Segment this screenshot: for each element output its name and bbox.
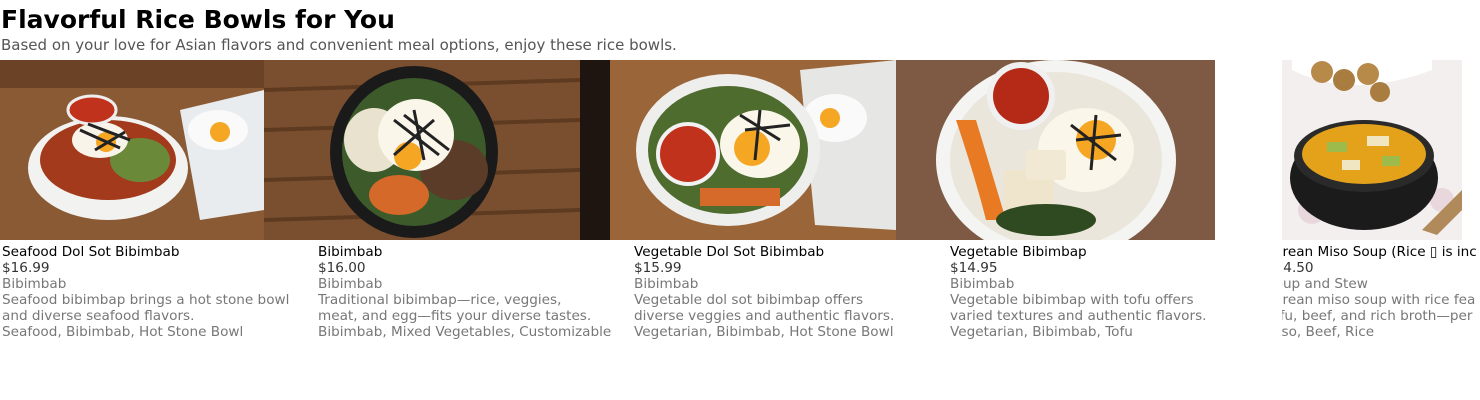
item-category: Bibimbab [634,276,699,292]
rice-bowl-carousel[interactable]: Seafood Dol Sot Bibimbab $16.99 Bibimbab… [0,60,1480,400]
item-price: $16.99 [2,260,50,276]
item-price: $16.00 [318,260,366,276]
item-tags: Miso, Beef, Rice [1282,324,1375,340]
item-price: $14.50 [1282,260,1314,276]
item-description-line: and diverse seafood flavors. [2,308,195,324]
item-category: Bibimbab [950,276,1015,292]
item-name[interactable]: Bibimbab [318,244,611,260]
item-description-line: diverse veggies and authentic flavors. [634,308,895,324]
food-image[interactable] [264,60,580,240]
item-name[interactable]: Vegetable Dol Sot Bibimbab [634,244,894,260]
menu-card-vegetable-dol-sot-bibimbab[interactable]: Vegetable Dol Sot Bibimbab $15.99 Bibimb… [580,60,896,400]
food-image[interactable] [0,60,264,240]
menu-card-korean-miso-soup[interactable]: Korean Miso Soup (Rice ▯ is inc $14.50 S… [1282,60,1480,400]
item-info: Vegetable Bibimbap $14.95 Bibimbab Veget… [950,244,1206,340]
item-info: Bibimbab $16.00 Bibimbab Traditional bib… [318,244,611,340]
item-tags: Seafood, Bibimbab, Hot Stone Bowl [2,324,244,340]
item-description-line: tofu, beef, and rich broth—per [1282,308,1473,324]
menu-card-bibimbab[interactable]: Bibimbab $16.00 Bibimbab Traditional bib… [264,60,611,400]
item-name[interactable]: Seafood Dol Sot Bibimbab [2,244,289,260]
item-name[interactable]: Korean Miso Soup (Rice ▯ is inc [1282,244,1477,260]
item-description-line: Korean miso soup with rice fea [1282,292,1476,308]
item-description-line: Vegetable bibimbap with tofu offers [950,292,1194,308]
item-info: Korean Miso Soup (Rice ▯ is inc $14.50 S… [1282,244,1477,340]
item-description-line: Vegetable dol sot bibimbap offers [634,292,864,308]
item-description-line: Seafood bibimbap brings a hot stone bowl [2,292,290,308]
food-image[interactable] [896,60,1215,240]
item-info: Vegetable Dol Sot Bibimbab $15.99 Bibimb… [634,244,894,340]
item-price: $15.99 [634,260,682,276]
section-subtitle: Based on your love for Asian flavors and… [1,36,677,54]
food-image[interactable] [1282,60,1462,240]
item-name[interactable]: Vegetable Bibimbap [950,244,1206,260]
item-description-line: meat, and egg—fits your diverse tastes. [318,308,592,324]
item-tags: Bibimbab, Mixed Vegetables, Customizable [318,324,612,340]
item-category: Bibimbab [318,276,383,292]
item-tags: Vegetarian, Bibimbab, Tofu [950,324,1133,340]
menu-card-vegetable-bibimbap[interactable]: Vegetable Bibimbap $14.95 Bibimbab Veget… [896,60,1215,400]
item-tags: Vegetarian, Bibimbab, Hot Stone Bowl [634,324,894,340]
item-price: $14.95 [950,260,998,276]
section-title: Flavorful Rice Bowls for You [1,5,395,34]
food-image[interactable] [580,60,896,240]
item-category: Bibimbab [2,276,67,292]
item-description-line: varied textures and authentic flavors. [950,308,1207,324]
item-category: Soup and Stew [1282,276,1368,292]
item-description-line: Traditional bibimbap—rice, veggies, [318,292,562,308]
section-header: Flavorful Rice Bowls for You Based on yo… [1,4,677,54]
item-info: Seafood Dol Sot Bibimbab $16.99 Bibimbab… [2,244,289,340]
